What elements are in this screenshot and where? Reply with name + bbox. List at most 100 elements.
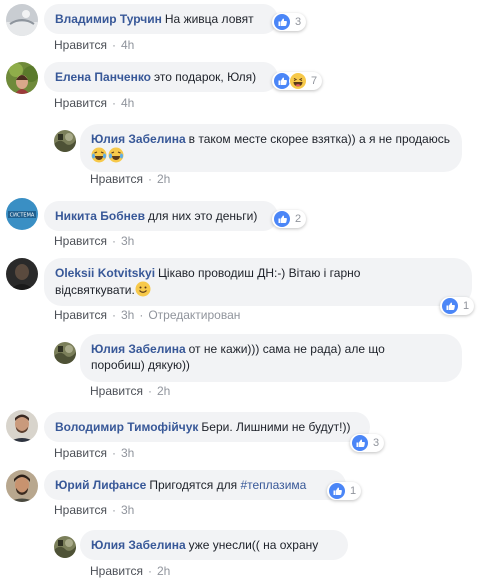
timestamp[interactable]: 2h (157, 564, 170, 578)
avatar[interactable] (6, 470, 38, 502)
comment-actions: Нравится · 3h · Отредактирован (54, 308, 240, 322)
avatar[interactable] (54, 130, 76, 152)
like-button[interactable]: Нравится (54, 38, 107, 52)
timestamp[interactable]: 3h (121, 234, 134, 248)
reply: Юлия Забелина от не кажи))) сама не рада)… (0, 326, 503, 402)
comment-text: поробиш) дякую)) (91, 358, 190, 372)
comment-text: Бери. Лишними не будут!)) (201, 420, 351, 434)
comment-bubble: Елена Панченко это подарок, Юля) (44, 62, 278, 92)
timestamp[interactable]: 3h (121, 503, 134, 517)
comment-actions: Нравится · 4h (54, 38, 134, 52)
reaction-summary[interactable]: 2 (272, 210, 307, 228)
author-name[interactable]: Юрий Лифансе (55, 478, 146, 492)
reaction-summary[interactable]: 3 (350, 434, 385, 452)
comment-actions: Нравится · 3h (54, 446, 134, 460)
like-button[interactable]: Нравится (90, 384, 143, 398)
comment: СИСТЕМА Никита Бобнев для них это деньги)… (0, 190, 503, 248)
reply: Юлия Забелина в таком месте скорее взятка… (0, 114, 503, 190)
comment-bubble: Юлия Забелина уже унесли(( на охрану (80, 530, 348, 560)
comment-bubble: Владимир Турчин На живца ловят (44, 4, 278, 34)
comment-actions: Нравится · 2h (90, 564, 170, 578)
thumbs-up-icon (351, 434, 369, 452)
reaction-summary[interactable]: 7 (272, 72, 323, 90)
avatar[interactable] (6, 62, 38, 94)
comment-text: відсвяткувати. (55, 283, 135, 297)
comment: Oleksii Kotvitskyi Цікаво проводиш ДН:-) … (0, 248, 503, 326)
comment-text: от не кажи))) сама не рада) але що (188, 342, 385, 356)
comment-text: для них это деньги) (147, 209, 258, 223)
author-name[interactable]: Юлия Забелина (91, 132, 186, 146)
comment-bubble: Юлия Забелина в таком месте скорее взятка… (80, 124, 462, 172)
like-button[interactable]: Нравится (90, 564, 143, 578)
separator: · (111, 234, 116, 248)
reaction-summary[interactable]: 3 (272, 13, 307, 31)
reaction-count: 2 (295, 213, 302, 225)
reaction-count: 3 (373, 437, 380, 449)
author-name[interactable]: Юлия Забелина (91, 342, 186, 356)
author-name[interactable]: Владимир Турчин (55, 12, 162, 26)
comment-bubble: Никита Бобнев для них это деньги) (44, 201, 278, 231)
separator: · (147, 384, 152, 398)
like-button[interactable]: Нравится (54, 503, 107, 517)
tears-of-joy-icon (91, 147, 107, 163)
comment-bubble: Oleksii Kotvitskyi Цікаво проводиш ДН:-) … (44, 258, 472, 306)
timestamp[interactable]: 3h (121, 446, 134, 460)
author-name[interactable]: Володимир Тимофійчук (55, 420, 198, 434)
timestamp[interactable]: 2h (157, 384, 170, 398)
avatar[interactable] (6, 410, 38, 442)
like-button[interactable]: Нравится (54, 446, 107, 460)
avatar-label: СИСТЕМА (10, 213, 35, 219)
author-name[interactable]: Юлия Забелина (91, 538, 186, 552)
separator: · (139, 308, 144, 322)
author-name[interactable]: Никита Бобнев (55, 209, 145, 223)
separator: · (147, 564, 152, 578)
timestamp[interactable]: 4h (121, 96, 134, 110)
author-name[interactable]: Елена Панченко (55, 70, 151, 84)
laughing-face-icon (289, 72, 307, 90)
avatar[interactable] (6, 258, 38, 290)
smiling-face-icon (135, 281, 151, 297)
comment-text: Пригодятся для (149, 478, 238, 492)
comment-actions: Нравится · 3h (54, 234, 134, 248)
hashtag-link[interactable]: #теплазима (240, 478, 306, 492)
comment-text: это подарок, Юля) (154, 70, 257, 84)
timestamp[interactable]: 4h (121, 38, 134, 52)
comment-text: в таком месте скорее взятка)) а я не про… (188, 132, 450, 146)
like-button[interactable]: Нравится (54, 96, 107, 110)
comment: Володимир Тимофійчук Бери. Лишними не буд… (0, 402, 503, 460)
reaction-summary[interactable]: 1 (327, 482, 362, 500)
comment-text: уже унесли(( на охрану (188, 538, 319, 552)
edited-label[interactable]: Отредактирован (148, 308, 240, 322)
thumbs-up-icon (273, 13, 291, 31)
comment: Юрий Лифансе Пригодятся для #теплазима 1 … (0, 460, 503, 517)
reaction-count: 7 (311, 75, 318, 87)
thumbs-up-icon (328, 482, 346, 500)
like-button[interactable]: Нравится (54, 234, 107, 248)
comment: Владимир Турчин На живца ловят 3 Нравится… (0, 0, 503, 54)
timestamp[interactable]: 3h (121, 308, 134, 322)
reaction-count: 1 (350, 485, 357, 497)
comment-actions: Нравится · 4h (54, 96, 134, 110)
separator: · (111, 308, 116, 322)
avatar[interactable] (54, 536, 76, 558)
avatar[interactable] (54, 342, 76, 364)
avatar[interactable]: СИСТЕМА (6, 198, 38, 230)
author-name[interactable]: Oleksii Kotvitskyi (55, 266, 155, 280)
reaction-summary[interactable]: 1 (440, 297, 475, 315)
comment-actions: Нравится · 2h (90, 172, 170, 186)
like-button[interactable]: Нравится (54, 308, 107, 322)
comment-actions: Нравится · 2h (90, 384, 170, 398)
avatar[interactable] (6, 4, 38, 36)
thumbs-up-icon (273, 210, 291, 228)
reply: Юлия Забелина уже унесли(( на охрану Нрав… (0, 516, 503, 588)
separator: · (111, 38, 116, 52)
comment-bubble: Юрий Лифансе Пригодятся для #теплазима (44, 470, 346, 500)
tears-of-joy-icon (108, 147, 124, 163)
comment-bubble: Юлия Забелина от не кажи))) сама не рада)… (80, 334, 462, 382)
thumbs-up-icon (441, 297, 459, 315)
reaction-count: 3 (295, 16, 302, 28)
timestamp[interactable]: 2h (157, 172, 170, 186)
comment-bubble: Володимир Тимофійчук Бери. Лишними не буд… (44, 412, 370, 442)
separator: · (111, 503, 116, 517)
like-button[interactable]: Нравится (90, 172, 143, 186)
